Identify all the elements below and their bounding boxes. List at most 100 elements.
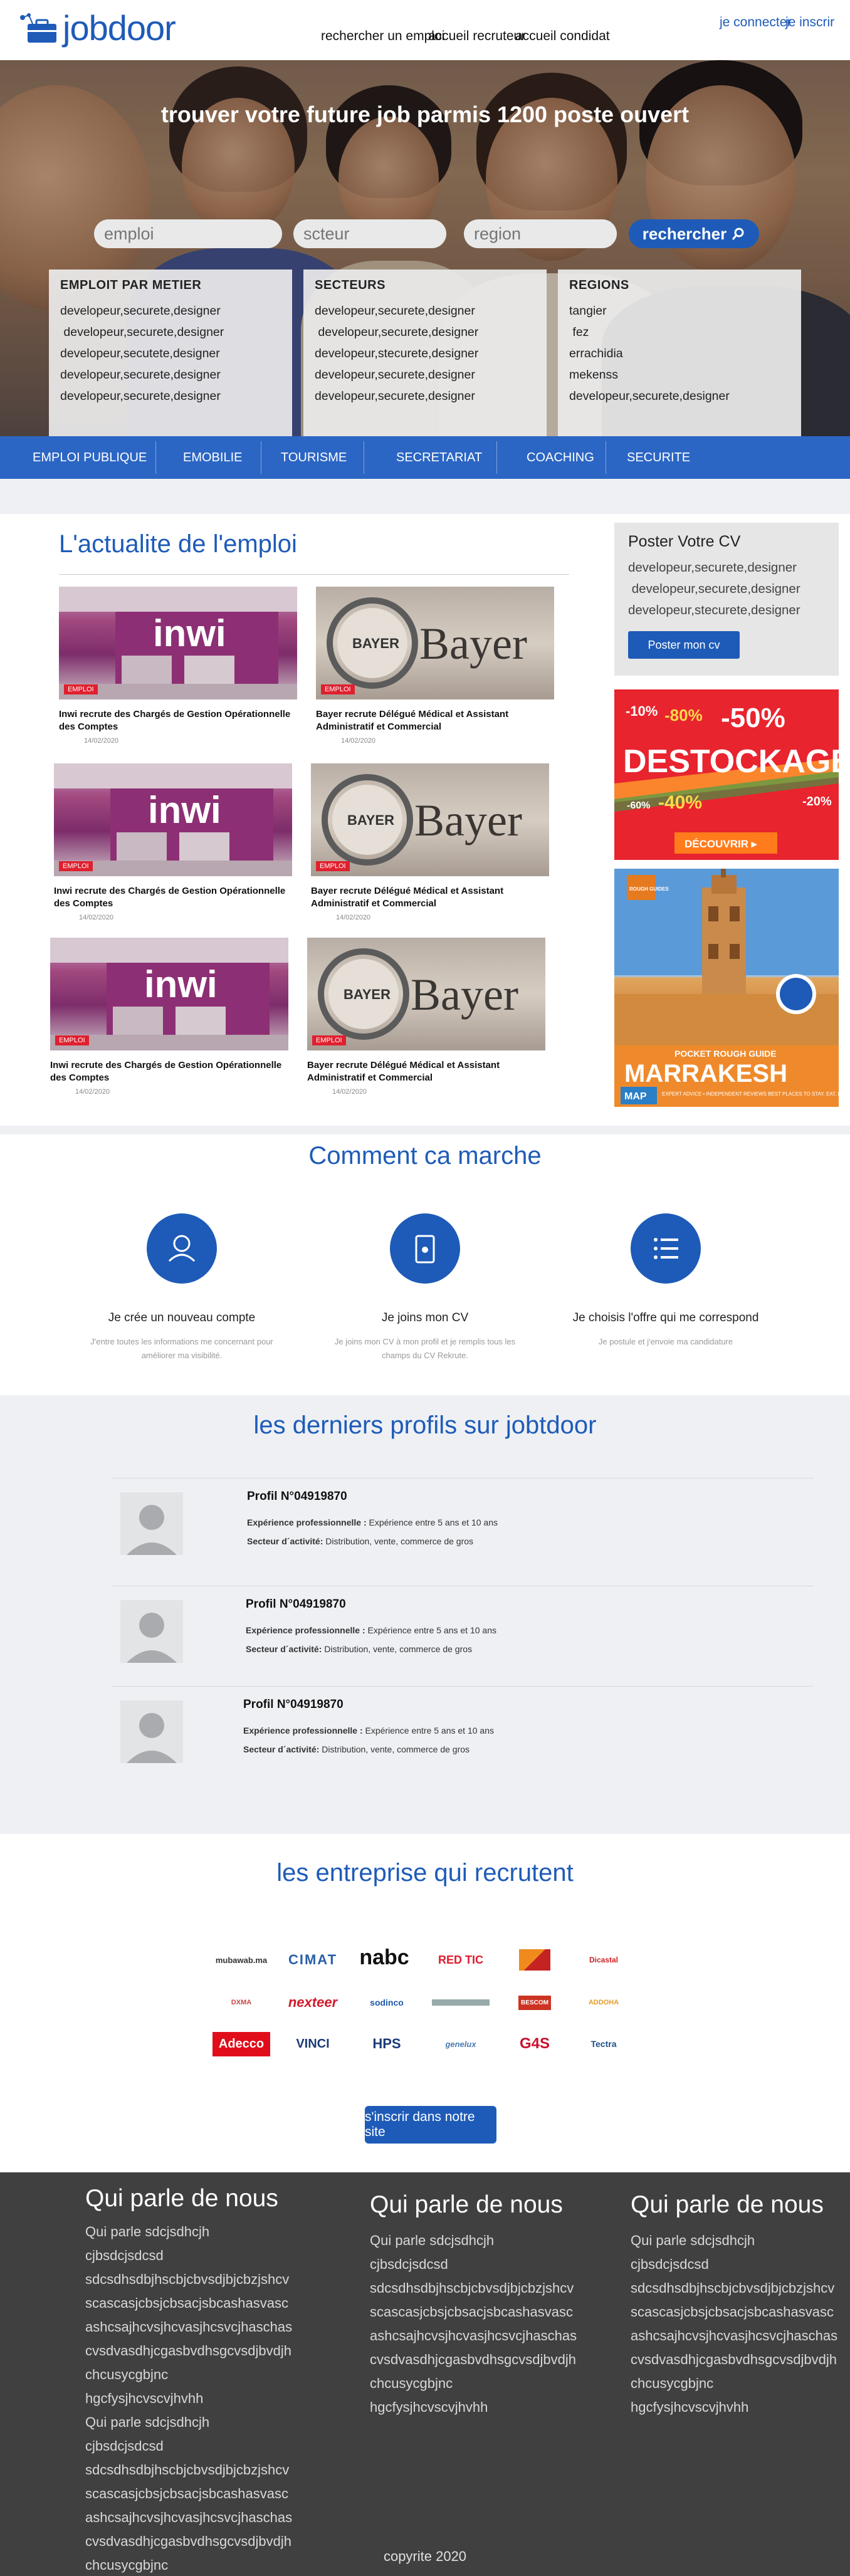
news-image-inwi[interactable]: inwi EMPLOI bbox=[54, 763, 292, 876]
svg-text:BAYER: BAYER bbox=[352, 636, 399, 651]
ad1-headline: DESTOCKAGE bbox=[623, 743, 839, 780]
news-card-date: 14/02/2020 bbox=[336, 914, 371, 921]
category-tourisme[interactable]: TOURISME bbox=[281, 436, 347, 479]
box-secteurs-item[interactable]: developeur,stecurete,designer bbox=[315, 343, 535, 364]
company-logo-bescom[interactable]: BESCOM bbox=[505, 1988, 564, 2017]
news-card-date: 14/02/2020 bbox=[79, 914, 114, 921]
footer-line: ashcsajhcvsjhcvasjhcsvcjhaschas bbox=[85, 2510, 293, 2525]
ad2-kicker: POCKET ROUGH GUIDE bbox=[674, 1049, 777, 1059]
news-image-inwi[interactable]: inwi EMPLOI bbox=[59, 587, 297, 699]
company-logo-gray[interactable] bbox=[431, 1988, 490, 2017]
news-card[interactable]: inwi EMPLOI Inwi recrute des Chargés de … bbox=[50, 938, 288, 1096]
avatar bbox=[120, 1600, 183, 1663]
news-card-title[interactable]: Bayer recrute Délégué Médical et Assista… bbox=[307, 1059, 545, 1084]
category-emploi-publique[interactable]: EMPLOI PUBLIQUE bbox=[33, 436, 147, 479]
company-logo-addoha[interactable]: ADDOHA bbox=[574, 1988, 633, 2017]
box-regions-item[interactable]: tangier bbox=[569, 300, 790, 322]
region-search-input[interactable] bbox=[464, 219, 617, 248]
post-cv-button[interactable]: Poster mon cv bbox=[628, 631, 740, 659]
news-image-bayer[interactable]: BAYER Bayer EMPLOI bbox=[311, 763, 549, 876]
profile-row[interactable]: Profil N°04919870 Expérience professionn… bbox=[112, 1686, 814, 1785]
profile-experience: Expérience professionnelle : Expérience … bbox=[246, 1625, 496, 1635]
profile-name[interactable]: Profil N°04919870 bbox=[243, 1698, 494, 1712]
news-card[interactable]: inwi EMPLOI Inwi recrute des Chargés de … bbox=[54, 763, 292, 921]
box-regions-item[interactable]: errachidia bbox=[569, 343, 790, 364]
profile-sector: Secteur d´activité: Distribution, vente,… bbox=[247, 1536, 474, 1546]
ad-destockage[interactable]: -10% -80% -50% DESTOCKAGE -40% -20% -60%… bbox=[614, 689, 839, 860]
emploi-search-input[interactable] bbox=[94, 219, 282, 248]
news-card[interactable]: BAYER Bayer EMPLOI Bayer recrute Délégué … bbox=[316, 587, 554, 745]
box-metier-item[interactable]: developeur,securete,designer bbox=[60, 322, 281, 343]
news-card[interactable]: BAYER Bayer EMPLOI Bayer recrute Délégué … bbox=[307, 938, 545, 1096]
briefcase-icon bbox=[20, 13, 56, 43]
box-metier-item[interactable]: developeur,secutete,designer bbox=[60, 343, 281, 364]
box-regions-item[interactable]: mekenss bbox=[569, 364, 790, 385]
company-logo-nabc[interactable]: nabc bbox=[355, 1943, 414, 1972]
nav-accueil-condidat[interactable]: accueil condidat bbox=[515, 29, 610, 44]
company-logo-hps[interactable]: HPS bbox=[357, 2029, 416, 2058]
box-metier-item[interactable]: developeur,securete,designer bbox=[60, 385, 281, 407]
category-securite[interactable]: SECURITE bbox=[627, 436, 690, 479]
profile-name[interactable]: Profil N°04919870 bbox=[247, 1490, 498, 1504]
company-logo-dxma[interactable]: DXMA bbox=[212, 1988, 271, 2017]
category-secretariat[interactable]: SECRETARIAT bbox=[396, 436, 482, 479]
box-metier-item[interactable]: developeur,securete,designer bbox=[60, 300, 281, 322]
nav-rechercher-emploi[interactable]: rechercher un emploi bbox=[321, 29, 444, 44]
logo[interactable]: jobdoor bbox=[19, 8, 176, 48]
box-secteurs-item[interactable]: developeur,securete,designer bbox=[315, 322, 535, 343]
company-logo-cimat[interactable]: CIMAT bbox=[283, 1945, 342, 1974]
box-regions-item[interactable]: developeur,securete,designer bbox=[569, 385, 790, 407]
company-logo-orange-shape[interactable] bbox=[505, 1945, 564, 1974]
company-logo-adecco[interactable]: Adecco bbox=[212, 2029, 271, 2058]
profile-name[interactable]: Profil N°04919870 bbox=[246, 1598, 496, 1611]
phone-icon bbox=[390, 1213, 460, 1284]
box-regions-title: REGIONS bbox=[569, 278, 629, 292]
register-site-button[interactable]: s'inscrir dans notre site bbox=[365, 2106, 496, 2144]
box-secteurs-title: SECTEURS bbox=[315, 278, 386, 292]
box-regions-item[interactable]: fez bbox=[569, 322, 790, 343]
company-logo-vinci[interactable]: VINCI bbox=[283, 2029, 342, 2058]
category-emobilie[interactable]: EMOBILIE bbox=[183, 436, 242, 479]
box-secteurs-item[interactable]: developeur,securete,designer bbox=[315, 364, 535, 385]
secteur-search-input[interactable] bbox=[293, 219, 446, 248]
divider bbox=[59, 574, 569, 575]
footer-column-title: Qui parle de nous bbox=[370, 2191, 563, 2218]
cv-line: developeur,securete,designer bbox=[628, 582, 800, 596]
profile-row[interactable]: Profil N°04919870 Expérience professionn… bbox=[112, 1478, 814, 1577]
profile-experience: Expérience professionnelle : Expérience … bbox=[243, 1725, 494, 1736]
company-logo-redtic[interactable]: RED TIC bbox=[431, 1945, 490, 1974]
login-link[interactable]: je connecter bbox=[720, 15, 791, 30]
company-logo-tectra[interactable]: Tectra bbox=[574, 2029, 633, 2058]
company-logo-dicastal[interactable]: Dicastal bbox=[574, 1945, 633, 1974]
footer-line: chcusycgbjnc hgcfysjhcvscvjhvhh bbox=[631, 2375, 749, 2415]
news-image-bayer[interactable]: BAYER Bayer EMPLOI bbox=[307, 938, 545, 1050]
box-metier-item[interactable]: developeur,securete,designer bbox=[60, 364, 281, 385]
news-image-bayer[interactable]: BAYER Bayer EMPLOI bbox=[316, 587, 554, 699]
company-logo-mubawab[interactable]: mubawab.ma bbox=[212, 1945, 271, 1974]
box-secteurs-item[interactable]: developeur,securete,designer bbox=[315, 385, 535, 407]
profile-sector: Secteur d´activité: Distribution, vente,… bbox=[246, 1644, 473, 1654]
search-button[interactable]: rechercher bbox=[629, 219, 759, 248]
company-logo-sodinco[interactable]: sodinco bbox=[357, 1988, 416, 2017]
nav-accueil-recruteur[interactable]: accueil recruteur bbox=[428, 29, 525, 44]
company-logo-genelux[interactable]: genelux bbox=[431, 2029, 490, 2058]
profile-row[interactable]: Profil N°04919870 Expérience professionn… bbox=[112, 1586, 814, 1685]
cv-line: developeur,stecurete,designer bbox=[628, 603, 800, 617]
box-secteurs: SECTEURS developeur,securete,designer de… bbox=[303, 270, 547, 436]
ad1-button[interactable]: DÉCOUVRIR ▸ bbox=[685, 838, 758, 850]
news-card-title[interactable]: Inwi recrute des Chargés de Gestion Opér… bbox=[54, 885, 292, 910]
register-link[interactable]: je inscrir bbox=[785, 15, 834, 30]
news-card-title[interactable]: Inwi recrute des Chargés de Gestion Opér… bbox=[50, 1059, 288, 1084]
news-card[interactable]: BAYER Bayer EMPLOI Bayer recrute Délégué … bbox=[311, 763, 549, 921]
company-logo-nexteer[interactable]: nexteer bbox=[283, 1988, 342, 2017]
news-card-title[interactable]: Bayer recrute Délégué Médical et Assista… bbox=[311, 885, 549, 910]
news-card-title[interactable]: Bayer recrute Délégué Médical et Assista… bbox=[316, 708, 554, 733]
news-image-inwi[interactable]: inwi EMPLOI bbox=[50, 938, 288, 1050]
category-coaching[interactable]: COACHING bbox=[527, 436, 594, 479]
company-logo-g4s[interactable]: G4S bbox=[505, 2029, 564, 2058]
ad-marrakesh[interactable]: ROUGH GUIDES POCKET ROUGH GUIDE MARRAKES… bbox=[614, 869, 839, 1107]
news-card[interactable]: inwi EMPLOI Inwi recrute des Chargés de … bbox=[59, 587, 297, 745]
box-secteurs-item[interactable]: developeur,securete,designer bbox=[315, 300, 535, 322]
footer-line: sdcsdhsdbjhscbjcbvsdjbjcbzjshcv bbox=[85, 2462, 290, 2478]
news-card-title[interactable]: Inwi recrute des Chargés de Gestion Opér… bbox=[59, 708, 297, 733]
